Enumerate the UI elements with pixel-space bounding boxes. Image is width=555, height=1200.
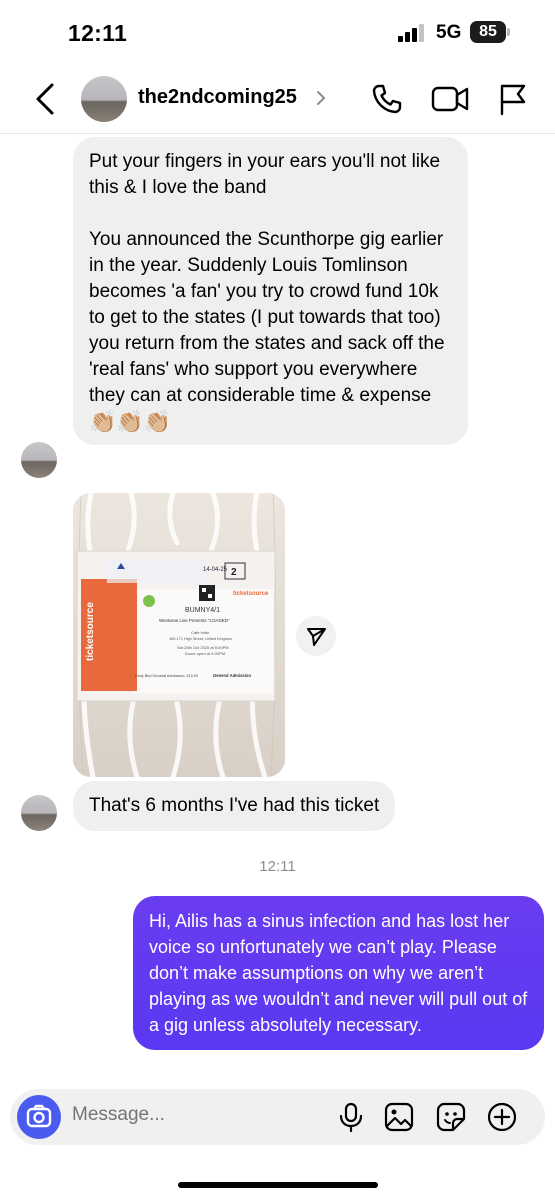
ticket-brand: ticketsource [233, 591, 269, 597]
message-input[interactable] [72, 1104, 322, 1126]
ticket-venue: Cafe Indie [191, 630, 210, 635]
message-text: That's 6 months I've had this ticket [89, 795, 380, 816]
video-camera-icon[interactable] [430, 82, 470, 116]
image-icon[interactable] [383, 1101, 415, 1133]
home-indicator [178, 1182, 378, 1188]
chat-header: the2ndcoming25 [0, 64, 555, 134]
incoming-message[interactable]: Put your fingers in your ears you'll not… [73, 137, 468, 445]
ticket-event: Westview Live Presents "LOADED" [159, 618, 230, 623]
ticket-box-number: 2 [231, 567, 237, 578]
ticket-doors: Doors open at 4:00PM [185, 651, 225, 656]
ticket-photo[interactable]: ticketsource ticketsource BUMNY4/1 Westv… [73, 493, 285, 777]
avatar[interactable] [81, 76, 127, 122]
ticket-image: ticketsource ticketsource BUMNY4/1 Westv… [73, 493, 285, 777]
avatar[interactable] [21, 442, 57, 478]
flag-icon[interactable] [496, 82, 528, 116]
signal-icon [398, 24, 424, 42]
chevron-right-icon[interactable] [316, 90, 326, 106]
status-time: 12:11 [68, 20, 128, 46]
battery-icon: 85 [470, 21, 510, 43]
phone-icon[interactable] [370, 82, 404, 116]
ticket-code: BUMNY4/1 [185, 607, 220, 614]
outgoing-message[interactable]: Hi, Ailis has a sinus infection and has … [133, 896, 544, 1050]
message-composer [10, 1089, 545, 1145]
sticker-icon[interactable] [435, 1101, 467, 1133]
incoming-message[interactable]: That's 6 months I've had this ticket [73, 781, 396, 831]
microphone-icon[interactable] [335, 1101, 367, 1133]
message-text: Put your fingers in your ears you'll not… [89, 151, 441, 198]
clapping-emoji: 👏🏼👏🏼👏🏼 [89, 409, 172, 434]
message-text: You announced the Scunthorpe gig earlier… [89, 229, 445, 406]
send-icon [307, 628, 326, 646]
ticket-type: Early Bird General Admission: £10.00 [135, 674, 198, 678]
message-timestamp: 12:11 [259, 858, 296, 875]
camera-icon [26, 1104, 52, 1128]
ticket-category: General Admission [213, 673, 251, 678]
ticket-date: Sat 25th Oct 2025 at 5:00PM [177, 645, 229, 650]
ticket-brand-stub: ticketsource [85, 602, 96, 661]
battery-level: 85 [470, 21, 506, 43]
contact-username[interactable]: the2ndcoming25 [138, 86, 297, 109]
avatar[interactable] [21, 795, 57, 831]
status-bar: 12:11 5G 85 [0, 0, 555, 64]
ticket-address: 169-171 High Street, United Kingdom [169, 637, 232, 641]
network-label: 5G [436, 22, 462, 43]
message-text: Hi, Ailis has a sinus infection and has … [149, 911, 528, 1035]
ticket-postmark: 14-04-25 [203, 567, 228, 573]
chevron-left-icon[interactable] [30, 81, 62, 117]
share-button[interactable] [296, 616, 336, 656]
plus-circle-icon[interactable] [486, 1101, 518, 1133]
camera-button[interactable] [17, 1095, 61, 1139]
